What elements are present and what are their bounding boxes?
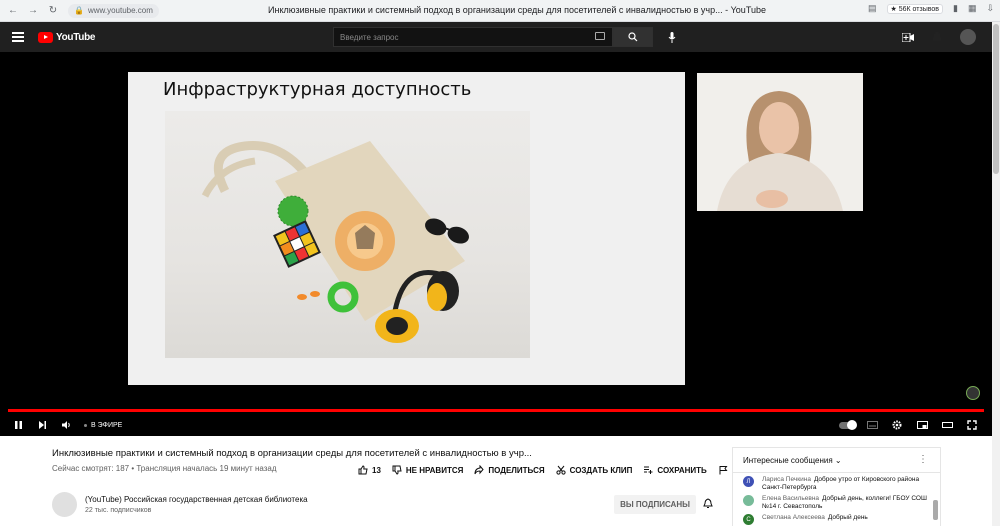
create-video-icon[interactable]: [902, 32, 914, 42]
search-button[interactable]: [613, 27, 653, 47]
search-input[interactable]: [333, 27, 613, 47]
chat-author[interactable]: Лариса Печкина: [762, 476, 811, 483]
video-meta: Сейчас смотрят: 187 • Трансляция началас…: [52, 464, 277, 473]
volume-icon: [61, 421, 70, 429]
chat-text: Добрый день: [827, 514, 868, 521]
settings-button[interactable]: [885, 415, 909, 435]
live-indicator[interactable]: В ЭФИРЕ: [84, 422, 122, 429]
subtitles-icon: [866, 421, 878, 429]
browser-actions: ▤ ★ 56К отзывов ▮ ▦ ⇩: [868, 3, 994, 14]
translate-icon[interactable]: ▤: [868, 3, 877, 14]
webcam-feed: [697, 73, 863, 211]
chat-message: Л Лариса Печкина Доброе утро от Кировског…: [733, 473, 940, 492]
extensions-icon[interactable]: ▦: [968, 3, 977, 14]
lock-icon: 🔒: [74, 6, 84, 15]
bookmark-icon[interactable]: ▮: [953, 3, 958, 14]
menu-icon[interactable]: [12, 32, 24, 42]
save-button[interactable]: СОХРАНИТЬ: [643, 465, 707, 475]
chat-message: С Светлана Алексеева Добрый день: [733, 511, 940, 525]
subscribed-button[interactable]: ВЫ ПОДПИСАНЫ: [614, 495, 696, 514]
download-icon[interactable]: ⇩: [986, 3, 994, 14]
bell-icon[interactable]: [703, 498, 713, 509]
youtube-logo[interactable]: YouTube: [38, 31, 96, 43]
url-text: www.youtube.com: [87, 6, 153, 15]
miniplayer-icon: [916, 421, 928, 429]
theater-mode-button[interactable]: [935, 415, 959, 435]
volume-button[interactable]: [54, 415, 78, 435]
share-icon: [474, 465, 485, 475]
search-bar: [333, 27, 681, 47]
autoplay-toggle-icon: [839, 419, 857, 430]
player-controls-right: [835, 414, 984, 436]
channel-avatar[interactable]: [52, 492, 77, 517]
channel-watermark-icon[interactable]: [966, 386, 980, 400]
search-icon: [628, 32, 638, 42]
keyboard-icon[interactable]: [595, 32, 605, 40]
address-bar[interactable]: 🔒 www.youtube.com: [68, 3, 159, 18]
pause-button[interactable]: [6, 415, 30, 435]
voice-search-button[interactable]: [663, 28, 681, 46]
channel-name[interactable]: (YouTube) Российская государственная дет…: [85, 495, 308, 504]
thumbs-up-icon: [358, 465, 368, 475]
slide-photo: [165, 111, 530, 358]
share-button[interactable]: ПОДЕЛИТЬСЯ: [474, 465, 545, 475]
chat-mode-dropdown[interactable]: Интересные сообщения ⌄: [743, 456, 842, 465]
live-chat: Интересные сообщения ⌄ ⋮ Л Лариса Печкин…: [732, 447, 941, 526]
chevron-down-icon: ⌄: [834, 455, 842, 465]
microphone-icon: [668, 31, 676, 43]
pause-icon: [14, 421, 22, 429]
back-icon[interactable]: ←: [6, 4, 20, 18]
chat-scrollbar[interactable]: [933, 500, 938, 520]
clip-button[interactable]: СОЗДАТЬ КЛИП: [556, 465, 632, 475]
presentation-slide: Инфраструктурная доступность: [128, 72, 685, 385]
chat-avatar[interactable]: [743, 495, 754, 506]
notifications-icon[interactable]: [932, 31, 942, 43]
chat-author[interactable]: Елена Васильевна: [762, 495, 819, 502]
gear-icon: [892, 420, 902, 430]
progress-bar[interactable]: [8, 409, 984, 412]
slide-title: Инфраструктурная доступность: [163, 79, 472, 100]
more-options-icon[interactable]: ⋮: [918, 454, 928, 465]
autoplay-toggle[interactable]: [835, 415, 859, 435]
chat-avatar[interactable]: Л: [743, 476, 754, 487]
subscriber-count: 22 тыс. подписчиков: [85, 507, 152, 514]
fullscreen-icon: [967, 420, 977, 430]
video-player[interactable]: Инфраструктурная доступность В ЭФИРЕ: [0, 52, 992, 436]
playlist-add-icon: [644, 466, 653, 474]
reload-icon[interactable]: ↻: [46, 4, 60, 18]
theater-icon: [941, 422, 953, 428]
reviews-badge[interactable]: ★ 56К отзывов: [886, 3, 943, 14]
account-avatar[interactable]: [960, 29, 976, 45]
youtube-header: YouTube: [0, 22, 992, 52]
next-button[interactable]: [30, 415, 54, 435]
subtitles-button[interactable]: [860, 415, 884, 435]
like-button[interactable]: 13: [358, 465, 381, 475]
miniplayer-button[interactable]: [910, 415, 934, 435]
flag-icon: [719, 466, 728, 475]
video-actions: 13 НЕ НРАВИТСЯ ПОДЕЛИТЬСЯ СОЗДАТЬ КЛИП С…: [358, 465, 728, 475]
skip-next-icon: [38, 421, 46, 429]
chat-author[interactable]: Светлана Алексеева: [762, 514, 825, 521]
report-button[interactable]: [718, 465, 728, 475]
dislike-button[interactable]: НЕ НРАВИТСЯ: [392, 465, 463, 475]
forward-icon[interactable]: →: [26, 4, 40, 18]
header-actions: [902, 29, 976, 45]
live-dot-icon: [84, 423, 87, 427]
scissors-icon: [556, 465, 566, 475]
chat-message: Елена Васильевна Добрый день, коллеги! ГБ…: [733, 492, 940, 511]
fullscreen-button[interactable]: [960, 415, 984, 435]
video-title: Инклюзивные практики и системный подход …: [52, 448, 532, 459]
thumbs-down-icon: [392, 465, 402, 475]
youtube-logo-icon: [38, 31, 53, 43]
chat-header: Интересные сообщения ⌄ ⋮: [733, 448, 940, 473]
chat-avatar[interactable]: С: [743, 514, 754, 525]
page-scrollbar-thumb[interactable]: [993, 24, 999, 174]
page-title: Инклюзивные практики и системный подход …: [268, 5, 766, 15]
player-controls: В ЭФИРЕ: [0, 414, 992, 436]
